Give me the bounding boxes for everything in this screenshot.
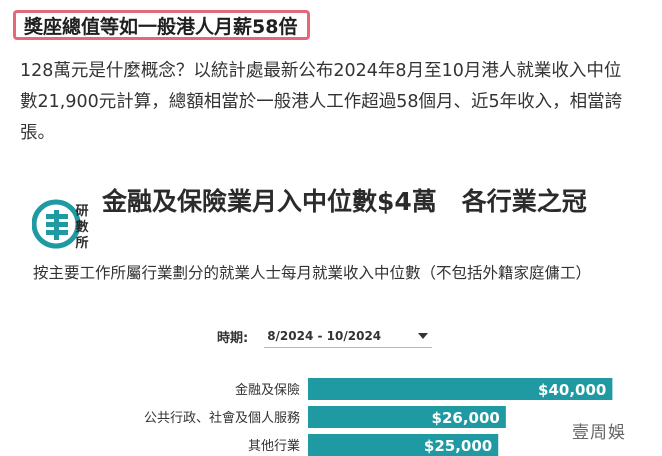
watermark-text: 壹周娛	[572, 423, 626, 443]
category-label: 公共行政、社會及個人服務	[144, 410, 300, 426]
category-label: 金融及保險	[235, 382, 300, 398]
category-label: 其他行業	[248, 438, 300, 454]
bar-chart: 金融及保險 $40,000 公共行政、社會及個人服務 $26,000 其他行業 $25,0…	[144, 378, 613, 456]
bar-value-label: $25,000	[424, 437, 492, 455]
bar-value-label: $26,000	[432, 409, 500, 427]
bar-value-label: $40,000	[538, 381, 606, 399]
